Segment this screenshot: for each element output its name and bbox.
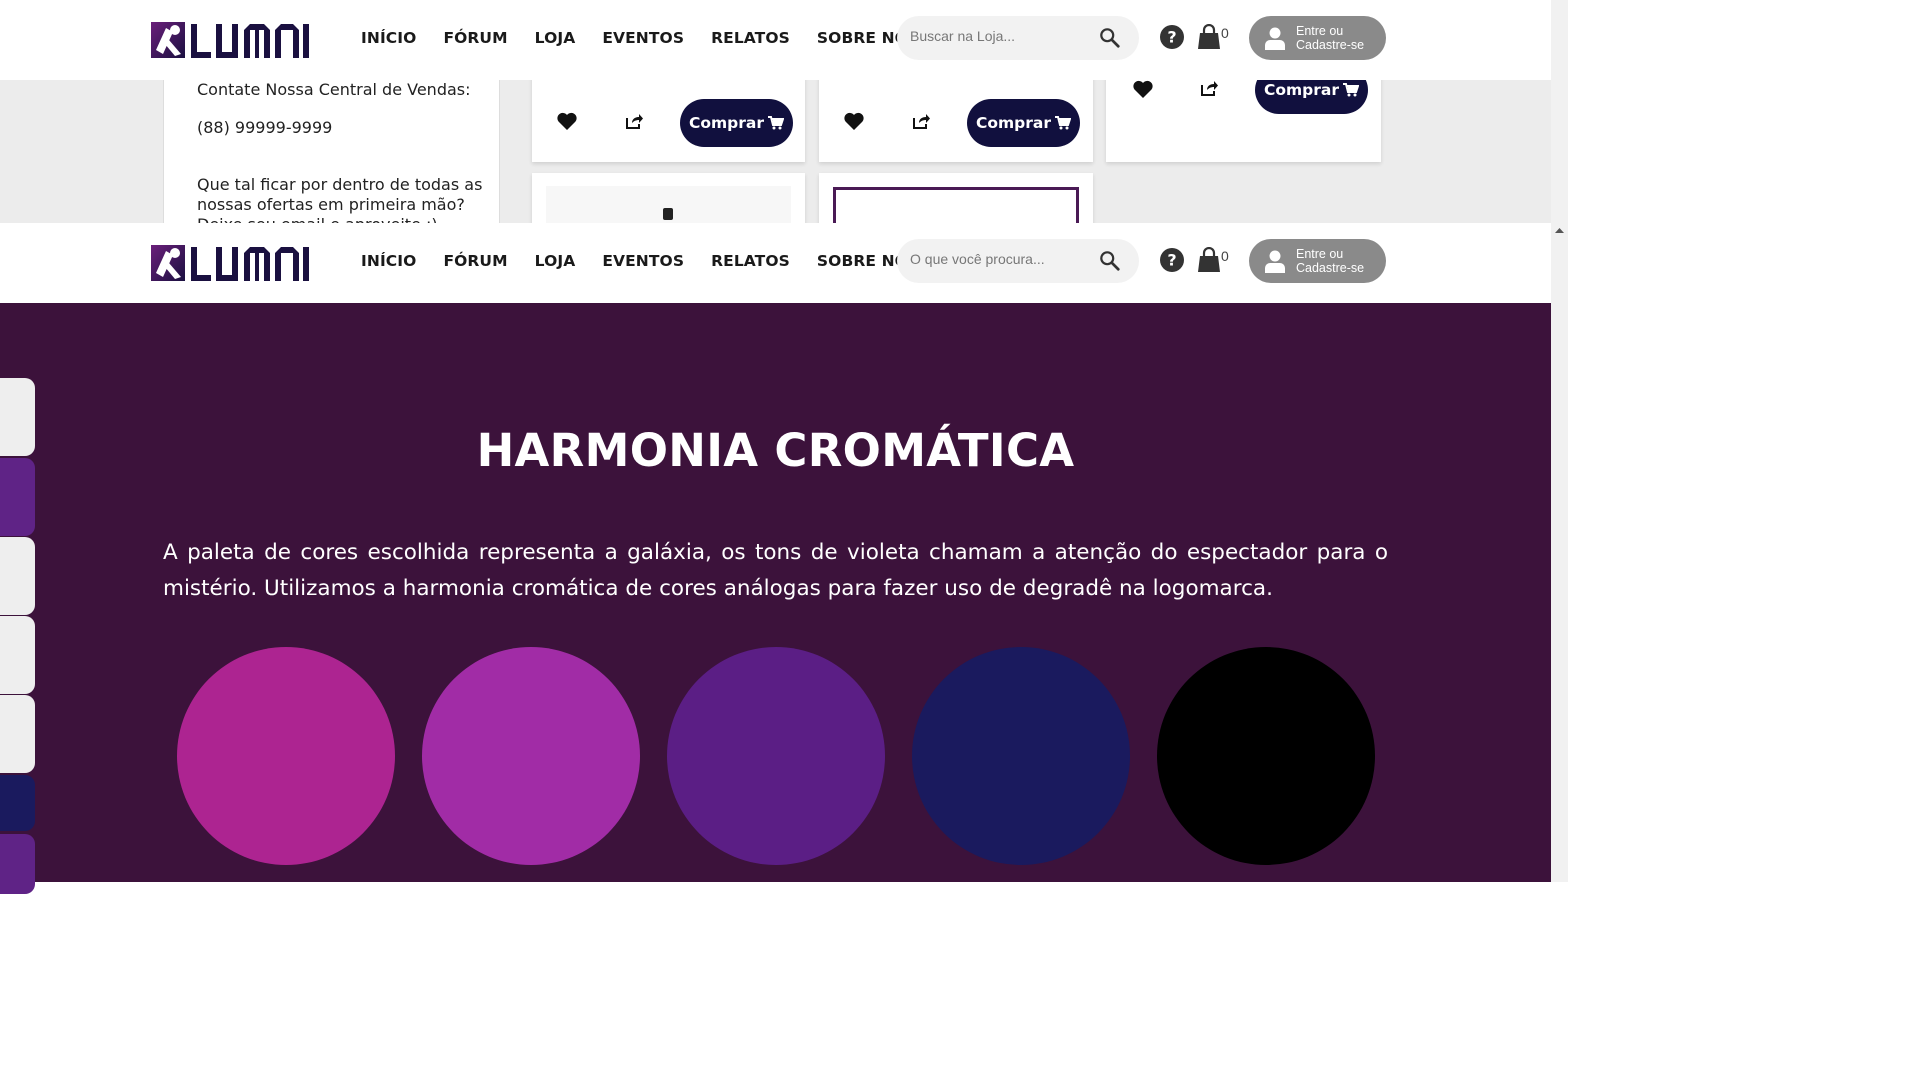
side-tab[interactable] bbox=[0, 834, 35, 894]
harmony-section: HARMONIA CROMÁTICA A paleta de cores esc… bbox=[0, 303, 1551, 882]
contact-sidebar: Contate Nossa Central de Vendas: (88) 99… bbox=[163, 80, 500, 223]
nav-inicio[interactable]: INÍCIO bbox=[361, 29, 416, 47]
share-icon[interactable] bbox=[912, 112, 930, 130]
shopping-bag-icon[interactable] bbox=[1197, 247, 1221, 273]
product-image-frame[interactable] bbox=[833, 187, 1079, 223]
nav-loja[interactable]: LOJA bbox=[535, 252, 576, 270]
section-description: A paleta de cores escolhida representa a… bbox=[163, 540, 1388, 601]
search-input[interactable] bbox=[910, 28, 1100, 44]
product-thumbnail bbox=[663, 208, 673, 220]
newsletter-line-1: Que tal ficar por dentro de todas as bbox=[197, 175, 483, 194]
main-nav: INÍCIO FÓRUM LOJA EVENTOS RELATOS SOBRE … bbox=[361, 252, 946, 270]
user-icon bbox=[1265, 250, 1285, 273]
newsletter-line-3: Deixe seu email e aproveite :) bbox=[197, 215, 438, 223]
lumni-logo[interactable] bbox=[151, 20, 309, 60]
nav-eventos[interactable]: EVENTOS bbox=[602, 29, 684, 47]
section-title: HARMONIA CROMÁTICA bbox=[476, 424, 1075, 477]
product-card bbox=[532, 173, 805, 223]
login-button[interactable]: Entre ou Cadastre-se bbox=[1249, 16, 1386, 60]
side-tab[interactable] bbox=[0, 458, 35, 536]
nav-inicio[interactable]: INÍCIO bbox=[361, 252, 416, 270]
cart-icon bbox=[768, 116, 785, 130]
user-icon bbox=[1265, 27, 1285, 50]
help-icon[interactable]: ? bbox=[1160, 25, 1184, 49]
contact-phone: (88) 99999-9999 bbox=[197, 118, 333, 137]
cart-icon bbox=[1055, 116, 1072, 130]
side-tab[interactable] bbox=[0, 775, 35, 831]
svg-text:?: ? bbox=[1167, 251, 1176, 270]
cart-icon bbox=[1343, 83, 1360, 97]
nav-loja[interactable]: LOJA bbox=[535, 29, 576, 47]
search-icon[interactable] bbox=[1099, 27, 1121, 49]
nav-forum[interactable]: FÓRUM bbox=[443, 252, 507, 270]
buy-button[interactable]: Comprar bbox=[1255, 80, 1368, 114]
side-tab[interactable] bbox=[0, 537, 35, 615]
product-card: Comprar bbox=[819, 80, 1093, 162]
svg-text:?: ? bbox=[1167, 28, 1176, 47]
color-swatch-3 bbox=[667, 647, 885, 865]
heart-icon[interactable] bbox=[557, 112, 577, 130]
buy-button[interactable]: Comprar bbox=[680, 99, 793, 147]
header-top: INÍCIO FÓRUM LOJA EVENTOS RELATOS SOBRE … bbox=[0, 0, 1551, 80]
search-box bbox=[897, 239, 1139, 283]
color-swatch-5 bbox=[1157, 647, 1375, 865]
side-tab[interactable] bbox=[0, 616, 35, 694]
scroll-up-arrow-icon[interactable] bbox=[1555, 226, 1564, 235]
product-card bbox=[819, 173, 1093, 223]
color-swatch-4 bbox=[912, 647, 1130, 865]
buy-button[interactable]: Comprar bbox=[967, 99, 1080, 147]
nav-relatos[interactable]: RELATOS bbox=[711, 252, 790, 270]
search-box bbox=[897, 16, 1139, 60]
share-icon[interactable] bbox=[625, 112, 643, 130]
product-card: Comprar bbox=[1106, 80, 1381, 162]
lumni-logo[interactable] bbox=[151, 243, 309, 283]
newsletter-line-2: nossas ofertas em primeira mão? bbox=[197, 195, 465, 214]
color-swatch-2 bbox=[422, 647, 640, 865]
search-input[interactable] bbox=[910, 251, 1100, 267]
share-icon[interactable] bbox=[1200, 80, 1218, 97]
side-color-tabs bbox=[0, 378, 35, 894]
login-label: Entre ou Cadastre-se bbox=[1296, 247, 1365, 275]
nav-relatos[interactable]: RELATOS bbox=[711, 29, 790, 47]
scrollbar[interactable] bbox=[1551, 0, 1568, 882]
search-icon[interactable] bbox=[1099, 250, 1121, 272]
help-icon[interactable]: ? bbox=[1160, 248, 1184, 272]
header-second: INÍCIO FÓRUM LOJA EVENTOS RELATOS SOBRE … bbox=[0, 223, 1551, 303]
cart-count: 0 bbox=[1221, 25, 1229, 41]
store-view: Contate Nossa Central de Vendas: (88) 99… bbox=[0, 80, 1551, 223]
product-card: Comprar bbox=[532, 80, 805, 162]
shopping-bag-icon[interactable] bbox=[1197, 24, 1221, 50]
login-button[interactable]: Entre ou Cadastre-se bbox=[1249, 239, 1386, 283]
heart-icon[interactable] bbox=[844, 112, 864, 130]
color-swatch-1 bbox=[177, 647, 395, 865]
cart-count: 0 bbox=[1221, 248, 1229, 264]
side-tab[interactable] bbox=[0, 378, 35, 456]
contact-label: Contate Nossa Central de Vendas: bbox=[197, 80, 471, 99]
login-label: Entre ou Cadastre-se bbox=[1296, 24, 1365, 52]
nav-eventos[interactable]: EVENTOS bbox=[602, 252, 684, 270]
main-nav: INÍCIO FÓRUM LOJA EVENTOS RELATOS SOBRE … bbox=[361, 29, 946, 47]
nav-forum[interactable]: FÓRUM bbox=[443, 29, 507, 47]
side-tab[interactable] bbox=[0, 695, 35, 773]
heart-icon[interactable] bbox=[1133, 80, 1153, 98]
